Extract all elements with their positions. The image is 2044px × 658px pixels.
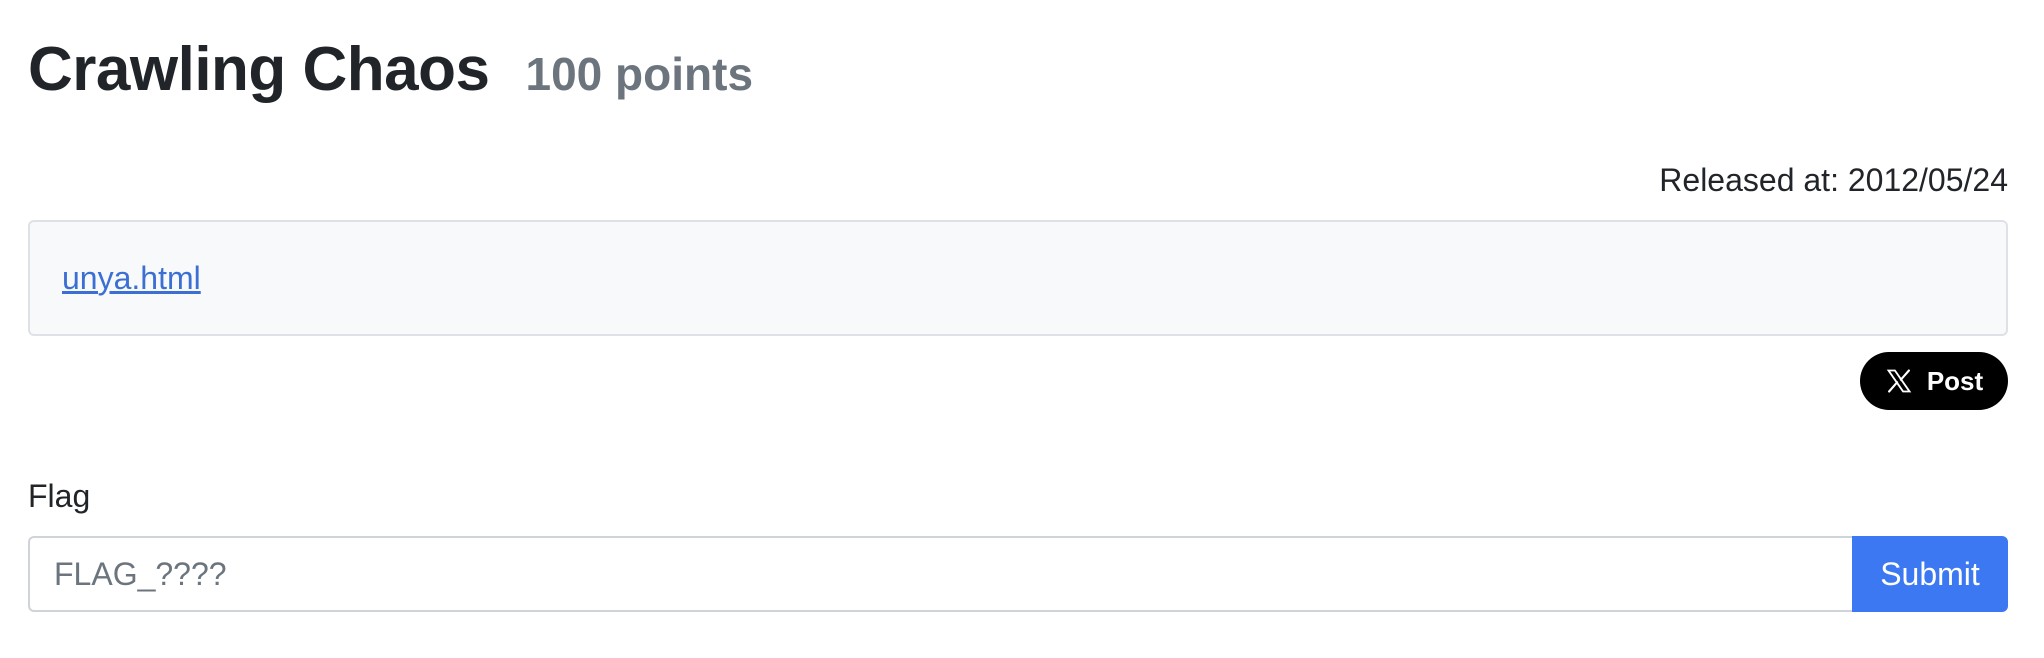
- challenge-points: 100 points: [525, 48, 754, 100]
- submit-button[interactable]: Submit: [1852, 536, 2008, 612]
- x-post-label: Post: [1926, 365, 1984, 396]
- challenge-title: Crawling Chaos: [28, 35, 490, 104]
- challenge-container: Crawling Chaos 100 points Released at: 2…: [28, 0, 2008, 658]
- flag-input[interactable]: [28, 536, 1852, 612]
- flag-form: Submit: [28, 536, 2008, 612]
- x-post-button[interactable]: Post: [1860, 352, 2008, 410]
- attachment-link[interactable]: unya.html: [62, 260, 201, 297]
- page: Crawling Chaos 100 points Released at: 2…: [0, 0, 2044, 658]
- attachment-box: unya.html: [28, 220, 2008, 336]
- challenge-header: Crawling Chaos 100 points: [28, 30, 753, 110]
- x-logo-icon: [1885, 367, 1913, 395]
- release-date: Released at: 2012/05/24: [1659, 162, 2008, 198]
- flag-label: Flag: [28, 478, 91, 514]
